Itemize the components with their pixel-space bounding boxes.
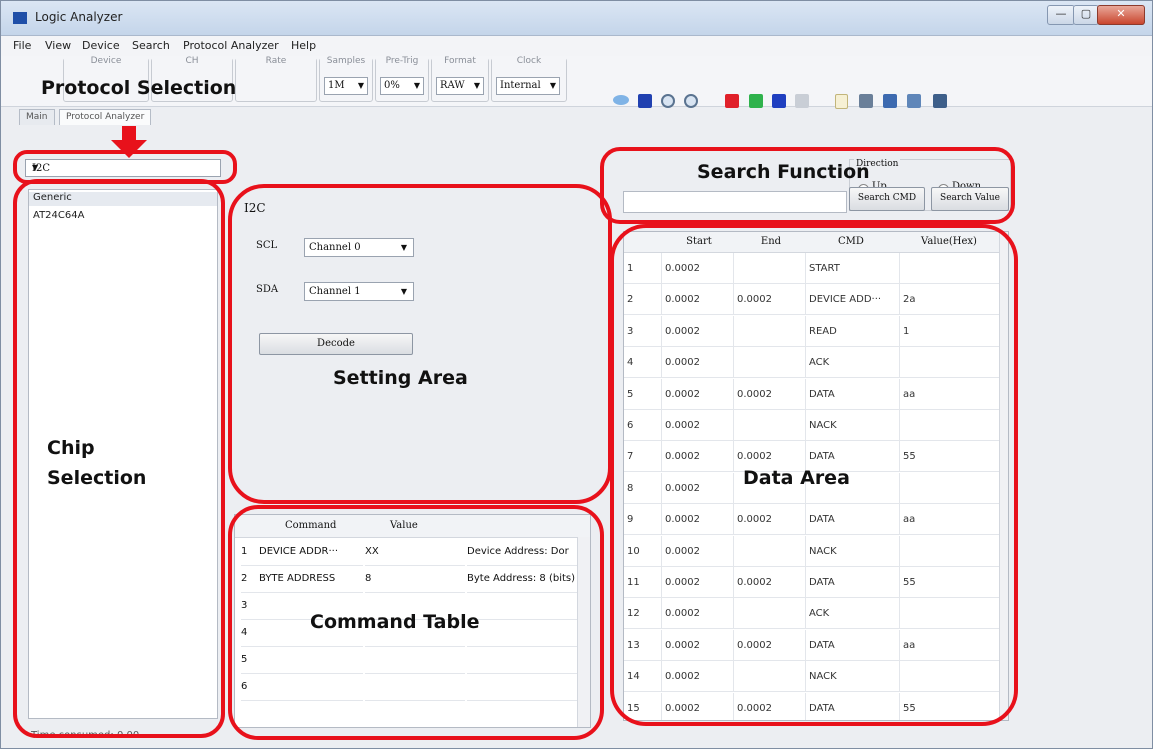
format-group: Format RAW ▼ — [431, 56, 489, 102]
note-icon[interactable] — [795, 94, 809, 108]
zoom-out-icon[interactable] — [684, 94, 698, 108]
clock-select[interactable]: Internal ▼ — [496, 77, 560, 95]
samples-group-label: Samples — [320, 56, 372, 66]
title-bar: Logic Analyzer — ▢ ✕ — [1, 1, 1152, 36]
menu-view[interactable]: View — [45, 39, 71, 52]
tab-main[interactable]: Main — [19, 109, 55, 125]
window-title: Logic Analyzer — [35, 10, 123, 24]
close-button[interactable]: ✕ — [1097, 5, 1145, 25]
rate-group: Rate — [235, 56, 317, 102]
b-marker-icon[interactable] — [749, 94, 763, 108]
menu-bar: File View Device Search Protocol Analyze… — [1, 36, 1152, 56]
samples-group: Samples 1M ▼ — [319, 56, 373, 102]
zoom-in-icon[interactable] — [661, 94, 675, 108]
camera-icon[interactable] — [933, 94, 947, 108]
close-icon: ✕ — [1116, 7, 1126, 20]
export-icon[interactable] — [907, 94, 921, 108]
clock-group-label: Clock — [492, 56, 566, 66]
annotation-data-area: Data Area — [743, 467, 850, 489]
chart-icon[interactable] — [638, 94, 652, 108]
format-value: RAW — [440, 80, 465, 91]
annotation-setting-box — [228, 184, 612, 504]
clock-group: Clock Internal ▼ — [491, 56, 567, 102]
annotation-command-table: Command Table — [310, 611, 480, 633]
device-group-label: Device — [64, 56, 148, 66]
ch-group-label: CH — [152, 56, 232, 66]
format-select[interactable]: RAW ▼ — [436, 77, 484, 95]
app-icon — [13, 12, 27, 24]
chevron-down-icon: ▼ — [357, 81, 364, 90]
pretrig-value: 0% — [384, 80, 400, 91]
minimize-icon: — — [1055, 7, 1067, 20]
chevron-down-icon: ▼ — [473, 81, 480, 90]
run-icon[interactable] — [613, 95, 629, 105]
annotation-search-function: Search Function — [697, 161, 870, 183]
pretrig-select[interactable]: 0% ▼ — [380, 77, 424, 95]
save-icon[interactable] — [883, 94, 897, 108]
rate-group-label: Rate — [236, 56, 316, 66]
format-group-label: Format — [432, 56, 488, 66]
annotation-search-box — [600, 147, 1015, 224]
menu-help[interactable]: Help — [291, 39, 316, 52]
tab-bar: Main Protocol Analyzer — [1, 107, 1152, 127]
open-icon[interactable] — [859, 94, 873, 108]
annotation-setting-area: Setting Area — [333, 367, 468, 389]
a-marker-icon[interactable] — [725, 94, 739, 108]
samples-value: 1M — [328, 80, 345, 91]
chevron-down-icon: ▼ — [549, 81, 556, 90]
maximize-icon: ▢ — [1080, 7, 1092, 20]
menu-file[interactable]: File — [13, 39, 31, 52]
minimize-button[interactable]: — — [1047, 5, 1075, 25]
menu-device[interactable]: Device — [82, 39, 120, 52]
chevron-down-icon: ▼ — [413, 81, 420, 90]
annotation-protocol-selection: Protocol Selection — [41, 77, 237, 99]
samples-select[interactable]: 1M ▼ — [324, 77, 368, 95]
menu-protocol-analyzer[interactable]: Protocol Analyzer — [183, 39, 279, 52]
t-marker-icon[interactable] — [772, 94, 786, 108]
annotation-arrow — [122, 126, 136, 140]
pretrig-group: Pre-Trig 0% ▼ — [375, 56, 429, 102]
clock-value: Internal — [500, 80, 541, 91]
pretrig-group-label: Pre-Trig — [376, 56, 428, 66]
maximize-button[interactable]: ▢ — [1073, 5, 1099, 25]
tab-protocol-analyzer[interactable]: Protocol Analyzer — [59, 109, 152, 125]
annotation-chip-selection: Chip Selection — [47, 437, 147, 489]
menu-search[interactable]: Search — [132, 39, 170, 52]
